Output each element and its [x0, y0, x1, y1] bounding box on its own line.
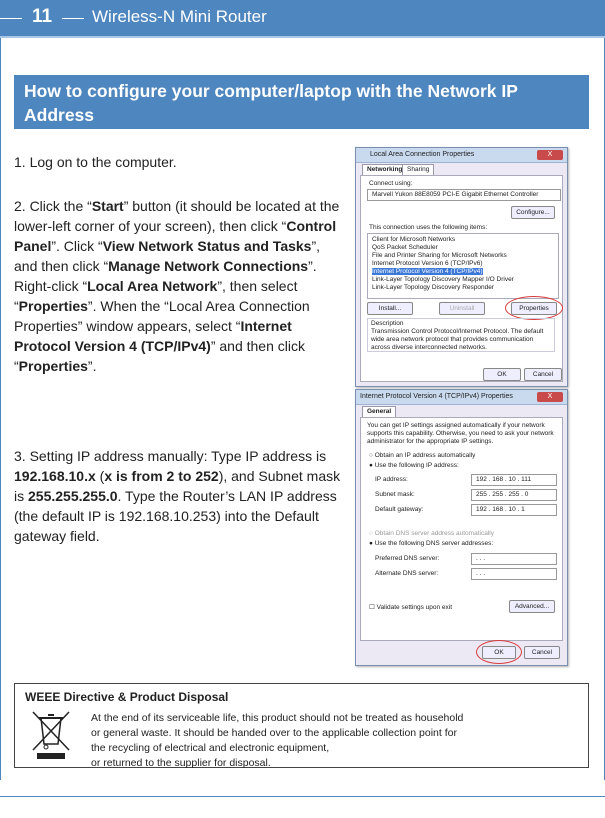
ip-address-field[interactable]: 192 . 168 . 10 . 111: [471, 474, 557, 486]
description-text: Transmission Control Protocol/Internet P…: [371, 328, 544, 351]
radio-manual-dns[interactable]: ● Use the following DNS server addresses…: [369, 540, 493, 547]
list-item[interactable]: QoS Packet Scheduler: [372, 244, 438, 251]
install-button[interactable]: Install...: [367, 302, 413, 315]
window-titlebar: Internet Protocol Version 4 (TCP/IPv4) P…: [356, 390, 567, 405]
header-dash: [62, 18, 84, 19]
page-number: 11: [32, 6, 53, 27]
window-titlebar: Local Area Connection Properties X: [356, 148, 567, 163]
step-3: 3. Setting IP address manually: Type IP …: [14, 448, 341, 544]
list-item[interactable]: File and Printer Sharing for Microsoft N…: [372, 252, 507, 259]
highlight-oval: [476, 640, 522, 664]
weee-title: WEEE Directive & Product Disposal: [25, 690, 229, 704]
radio-auto-ip[interactable]: ○ Obtain an IP address automatically: [369, 452, 475, 459]
highlight-oval: [505, 296, 563, 320]
ip-label: IP address:: [375, 476, 408, 483]
description-label: Description: [371, 320, 404, 327]
crossed-bin-icon: [29, 710, 73, 760]
advanced-button[interactable]: Advanced...: [509, 600, 555, 613]
alternate-dns-field[interactable]: . . .: [471, 568, 557, 580]
alternate-dns-label: Alternate DNS server:: [375, 570, 439, 577]
border-bottom: [0, 796, 605, 797]
step-2: 2. Click the “Start” button (it should b…: [14, 198, 340, 374]
header-dash: [0, 18, 22, 19]
step-1: 1. Log on to the computer.: [14, 154, 177, 170]
list-item[interactable]: Internet Protocol Version 6 (TCP/IPv6): [372, 260, 483, 267]
configure-button[interactable]: Configure...: [511, 206, 555, 219]
items-label: This connection uses the following items…: [369, 224, 488, 231]
description-box: Description Transmission Control Protoco…: [367, 318, 555, 352]
radio-auto-dns[interactable]: ○ Obtain DNS server address automaticall…: [369, 530, 494, 537]
list-item[interactable]: Link-Layer Topology Discovery Mapper I/O…: [372, 276, 514, 283]
border-left: [0, 38, 1, 780]
cancel-button[interactable]: Cancel: [524, 646, 560, 659]
window-title: Internet Protocol Version 4 (TCP/IPv4) P…: [360, 393, 513, 400]
validate-checkbox[interactable]: ☐ Validate settings upon exit: [369, 603, 452, 611]
header-title: Wireless-N Mini Router: [92, 7, 267, 26]
weee-box: WEEE Directive & Product Disposal At the…: [14, 683, 589, 769]
preferred-dns-label: Preferred DNS server:: [375, 555, 440, 562]
section-title: How to configure your computer/laptop wi…: [14, 75, 589, 129]
radio-manual-ip[interactable]: ● Use the following IP address:: [369, 462, 459, 469]
items-list: Client for Microsoft Networks QoS Packet…: [367, 233, 559, 299]
list-item-selected[interactable]: Internet Protocol Version 4 (TCP/IPv4): [372, 268, 483, 275]
mask-label: Subnet mask:: [375, 491, 415, 498]
intro-text: You can get IP settings assigned automat…: [367, 422, 554, 445]
gateway-field[interactable]: 192 . 168 . 10 . 1: [471, 504, 557, 516]
weee-text: At the end of its serviceable life, this…: [91, 712, 464, 769]
page-header: 11 Wireless-N Mini Router: [0, 0, 605, 38]
close-icon[interactable]: X: [537, 392, 563, 402]
cancel-button[interactable]: Cancel: [524, 368, 562, 381]
window-body: Connect using: Marvell Yukon 88E8059 PCI…: [360, 175, 563, 382]
uninstall-button[interactable]: Uninstall: [439, 302, 485, 315]
lan-properties-window: Local Area Connection Properties X Netwo…: [355, 147, 568, 387]
window-title: Local Area Connection Properties: [370, 151, 475, 158]
connect-using-label: Connect using:: [369, 180, 413, 187]
list-item[interactable]: Client for Microsoft Networks: [372, 236, 455, 243]
window-body: You can get IP settings assigned automat…: [360, 417, 563, 641]
preferred-dns-field[interactable]: . . .: [471, 553, 557, 565]
ok-button[interactable]: OK: [483, 368, 521, 381]
subnet-mask-field[interactable]: 255 . 255 . 255 . 0: [471, 489, 557, 501]
adapter-field: Marvell Yukon 88E8059 PCI-E Gigabit Ethe…: [367, 189, 561, 201]
close-icon[interactable]: X: [537, 150, 563, 160]
gateway-label: Default gateway:: [375, 506, 424, 513]
ipv4-properties-window: Internet Protocol Version 4 (TCP/IPv4) P…: [355, 389, 568, 666]
list-item[interactable]: Link-Layer Topology Discovery Responder: [372, 284, 494, 291]
